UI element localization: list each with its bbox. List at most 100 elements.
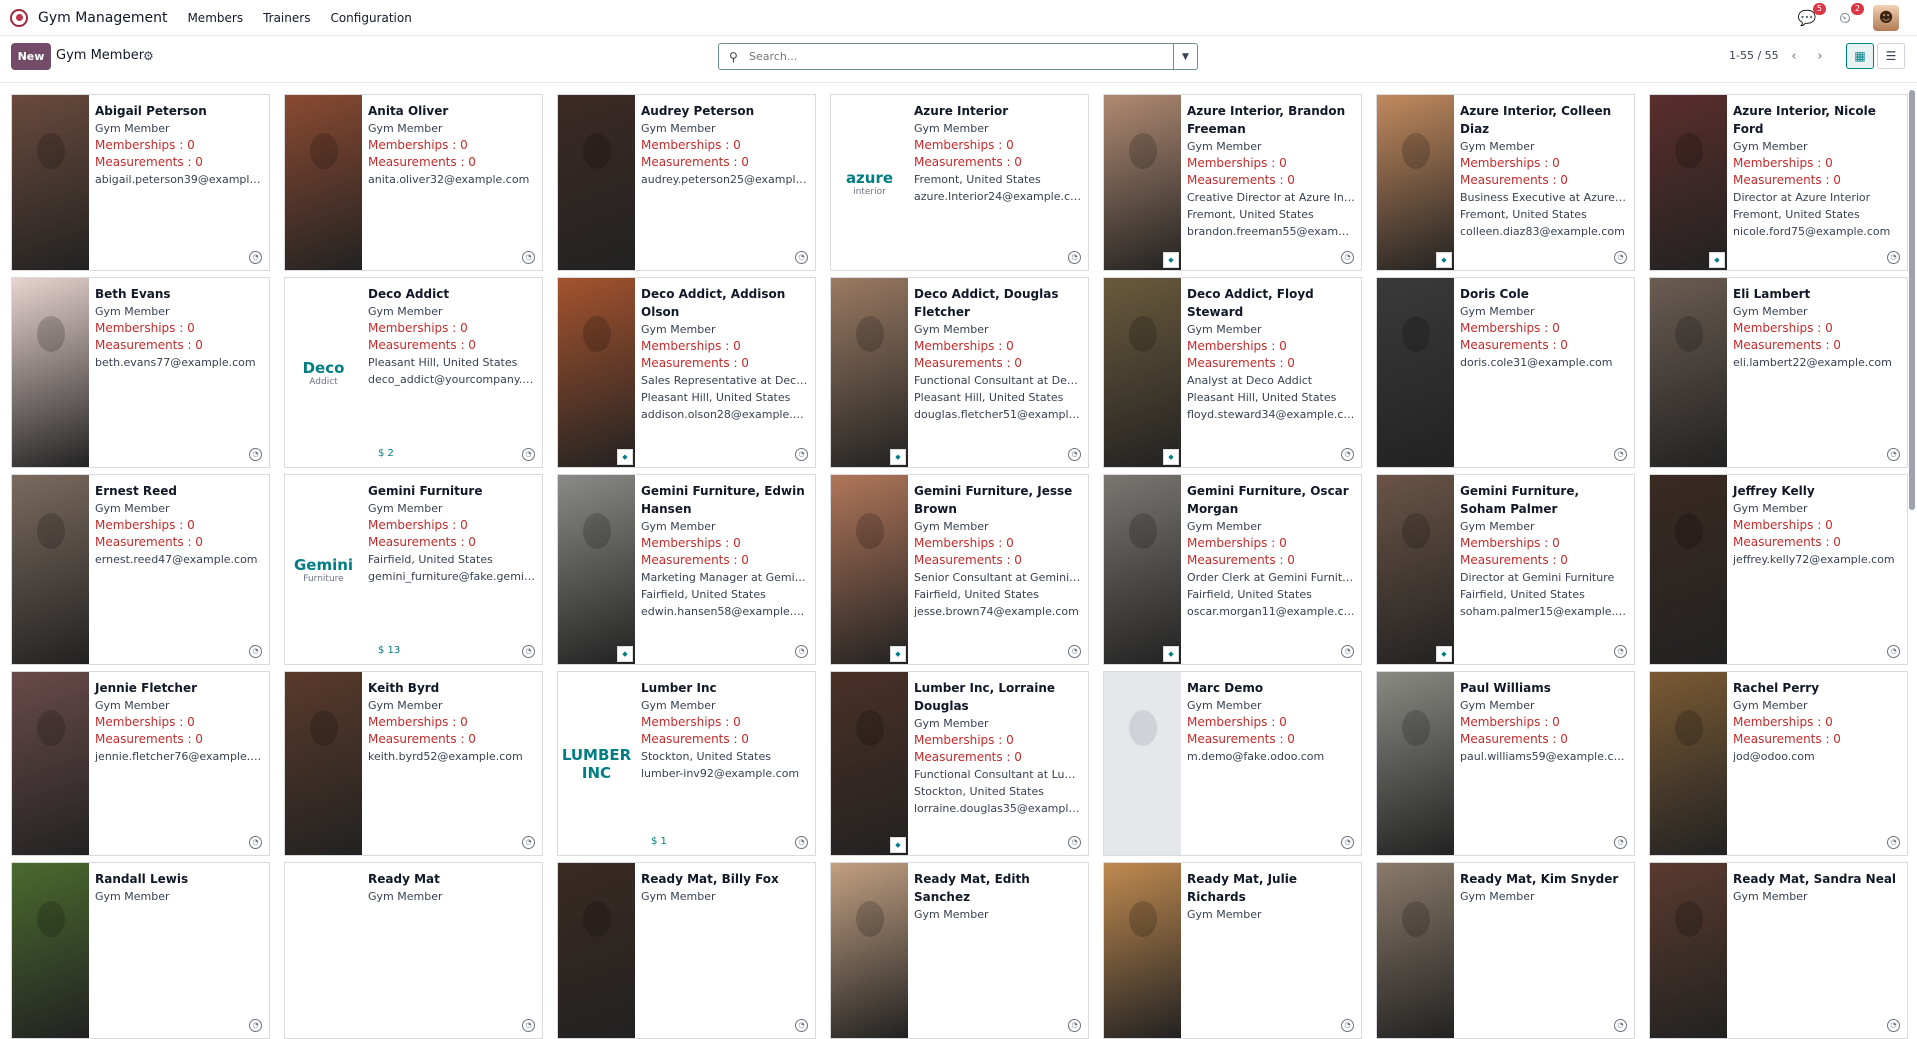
kanban-card[interactable]: Jeffrey Kelly Gym Member Memberships : 0 Me…	[1649, 474, 1908, 665]
kanban-card[interactable]: ◆ Lumber Inc, Lorraine Douglas Gym Member M…	[830, 671, 1089, 856]
kanban-card[interactable]: ◆ Deco Addict, Addison Olson Gym Member Mem…	[557, 277, 816, 468]
kanban-card[interactable]: ◆ Gemini Furniture, Oscar Morgan Gym Membe…	[1103, 474, 1362, 665]
activity-clock-icon[interactable]: ◔	[522, 836, 535, 849]
activity-clock-icon[interactable]: ◔	[1887, 836, 1900, 849]
kanban-card[interactable]: ◆ Azure Interior, Nicole Ford Gym Member Me…	[1649, 94, 1908, 271]
card-body: Azure Interior, Nicole Ford Gym Member Mem…	[1727, 95, 1907, 270]
card-detail-line: Fremont, United States	[1460, 208, 1587, 221]
app-logo-icon[interactable]	[10, 8, 28, 27]
activity-clock-icon[interactable]: ◔	[1614, 1019, 1627, 1032]
pager-next-icon[interactable]: ›	[1810, 47, 1830, 65]
kanban-card[interactable]: Gemini Furniture Gemini Furniture Gym Membe…	[284, 474, 543, 665]
card-detail-line: deco_addict@yourcompany.example.com	[368, 373, 536, 386]
pager-prev-icon[interactable]: ‹	[1784, 47, 1804, 65]
kanban-card[interactable]: ◆ Azure Interior, Colleen Diaz Gym Member M…	[1376, 94, 1635, 271]
kanban-card[interactable]: Audrey Peterson Gym Member Memberships : 0…	[557, 94, 816, 271]
kanban-card[interactable]: Marc Demo Gym Member Memberships : 0 Measur…	[1103, 671, 1362, 856]
card-detail-line: Senior Consultant at Gemini Furniture	[914, 571, 1082, 584]
kanban-card[interactable]: ◆ Azure Interior, Brandon Freeman Gym Memb…	[1103, 94, 1362, 271]
search-dropdown-toggle[interactable]: ▼	[1173, 44, 1197, 69]
activity-clock-icon[interactable]: ◔	[522, 1019, 535, 1032]
kanban-card[interactable]: Randall Lewis Gym Member ◔	[11, 862, 270, 1039]
new-button[interactable]: New	[11, 43, 51, 70]
kanban-card[interactable]: ◆ Gemini Furniture, Jesse Brown Gym Member…	[830, 474, 1089, 665]
activity-clock-icon[interactable]: ◔	[795, 836, 808, 849]
kanban-card[interactable]: Ready Mat, Billy Fox Gym Member ◔	[557, 862, 816, 1039]
activity-clock-icon[interactable]: ◔	[795, 251, 808, 264]
activity-clock-icon[interactable]: ◔	[1341, 645, 1354, 658]
activity-clock-icon[interactable]: ◔	[1341, 448, 1354, 461]
menu-members[interactable]: Members	[187, 11, 243, 25]
search-input[interactable]	[739, 50, 1173, 63]
activity-clock-icon[interactable]: ◔	[1341, 836, 1354, 849]
kanban-card[interactable]: Ready Mat, Edith Sanchez Gym Member ◔	[830, 862, 1089, 1039]
kanban-card[interactable]: ◆ Deco Addict, Douglas Fletcher Gym Member…	[830, 277, 1089, 468]
card-body: Ready Mat, Kim Snyder Gym Member	[1454, 863, 1634, 1038]
gear-icon[interactable]: ⚙	[143, 49, 154, 63]
activity-clock-icon[interactable]: ◔	[1887, 645, 1900, 658]
activity-clock-icon[interactable]: ◔	[1068, 645, 1081, 658]
kanban-card[interactable]: Ready Mat, Julie Richards Gym Member ◔	[1103, 862, 1362, 1039]
kanban-card[interactable]: Jennie Fletcher Gym Member Memberships : 0…	[11, 671, 270, 856]
kanban-card[interactable]: Ready Mat, Kim Snyder Gym Member ◔	[1376, 862, 1635, 1039]
kanban-card[interactable]: Keith Byrd Gym Member Memberships : 0 Measu…	[284, 671, 543, 856]
activity-clock-icon[interactable]: ◔	[1341, 251, 1354, 264]
kanban-card[interactable]: Ready Mat, Sandra Neal Gym Member ◔	[1649, 862, 1908, 1039]
activity-clock-icon[interactable]: ◔	[522, 448, 535, 461]
kanban-card[interactable]: Doris Cole Gym Member Memberships : 0 Measu…	[1376, 277, 1635, 468]
activity-clock-icon[interactable]: ⏲ 2	[1835, 2, 1864, 28]
kanban-card[interactable]: Eli Lambert Gym Member Memberships : 0 Meas…	[1649, 277, 1908, 468]
menu-configuration[interactable]: Configuration	[330, 11, 411, 25]
kanban-card[interactable]: Rachel Perry Gym Member Memberships : 0 Mea…	[1649, 671, 1908, 856]
card-name: Keith Byrd	[368, 681, 440, 695]
kanban-card[interactable]: Ernest Reed Gym Member Memberships : 0 Meas…	[11, 474, 270, 665]
activity-clock-icon[interactable]: ◔	[249, 645, 262, 658]
activity-clock-icon[interactable]: ◔	[1068, 1019, 1081, 1032]
card-detail-line: jod@odoo.com	[1733, 750, 1815, 763]
app-name[interactable]: Gym Management	[38, 10, 167, 26]
activity-clock-icon[interactable]: ◔	[1614, 448, 1627, 461]
activity-clock-icon[interactable]: ◔	[1614, 836, 1627, 849]
activity-clock-icon[interactable]: ◔	[795, 1019, 808, 1032]
kanban-card[interactable]: Ready Mat Gym Member ◔	[284, 862, 543, 1039]
list-view-button[interactable]: ☰	[1877, 43, 1905, 69]
chat-icon[interactable]: 💬 5	[1797, 2, 1826, 28]
card-body: Deco Addict, Douglas Fletcher Gym Member M…	[908, 278, 1088, 467]
kanban-card[interactable]: ◆ Gemini Furniture, Soham Palmer Gym Membe…	[1376, 474, 1635, 665]
menu-trainers[interactable]: Trainers	[263, 11, 310, 25]
kanban-card[interactable]: azure interior Azure Interior Gym Member Mem…	[830, 94, 1089, 271]
card-detail-line: lumber-inv92@example.com	[641, 767, 800, 780]
kanban-card[interactable]: Abigail Peterson Gym Member Memberships : …	[11, 94, 270, 271]
kanban-view-button[interactable]: ▦	[1846, 43, 1874, 69]
activity-clock-icon[interactable]: ◔	[249, 1019, 262, 1032]
activity-clock-icon[interactable]: ◔	[522, 645, 535, 658]
activity-clock-icon[interactable]: ◔	[249, 836, 262, 849]
activity-clock-icon[interactable]: ◔	[1887, 1019, 1900, 1032]
activity-clock-icon[interactable]: ◔	[1887, 251, 1900, 264]
activity-clock-icon[interactable]: ◔	[1614, 251, 1627, 264]
company-badge-icon: ◆	[617, 646, 633, 662]
avatar: ◆	[1377, 95, 1454, 270]
kanban-card[interactable]: ◆ Deco Addict, Floyd Steward Gym Member Mem…	[1103, 277, 1362, 468]
activity-clock-icon[interactable]: ◔	[249, 448, 262, 461]
activity-clock-icon[interactable]: ◔	[249, 251, 262, 264]
activity-clock-icon[interactable]: ◔	[1068, 836, 1081, 849]
kanban-card[interactable]: ◆ Gemini Furniture, Edwin Hansen Gym Membe…	[557, 474, 816, 665]
activity-clock-icon[interactable]: ◔	[795, 448, 808, 461]
activity-clock-icon[interactable]: ◔	[1341, 1019, 1354, 1032]
activity-clock-icon[interactable]: ◔	[1068, 251, 1081, 264]
pager-value[interactable]: 1-55 / 55	[1729, 49, 1779, 62]
user-avatar[interactable]: ☻	[1873, 4, 1899, 31]
activity-clock-icon[interactable]: ◔	[1887, 448, 1900, 461]
card-name: Ready Mat, Billy Fox	[641, 872, 779, 886]
kanban-card[interactable]: LUMBER INC Lumber Inc Gym Member Membership…	[557, 671, 816, 856]
activity-clock-icon[interactable]: ◔	[795, 645, 808, 658]
activity-clock-icon[interactable]: ◔	[1614, 645, 1627, 658]
kanban-card[interactable]: Paul Williams Gym Member Memberships : 0 Me…	[1376, 671, 1635, 856]
kanban-card[interactable]: Anita Oliver Gym Member Memberships : 0 Mea…	[284, 94, 543, 271]
kanban-card[interactable]: Beth Evans Gym Member Memberships : 0 Measu…	[11, 277, 270, 468]
kanban-card[interactable]: Deco Addict Deco Addict Gym Member Membershi…	[284, 277, 543, 468]
activity-clock-icon[interactable]: ◔	[1068, 448, 1081, 461]
scrollbar[interactable]	[1909, 90, 1915, 510]
activity-clock-icon[interactable]: ◔	[522, 251, 535, 264]
